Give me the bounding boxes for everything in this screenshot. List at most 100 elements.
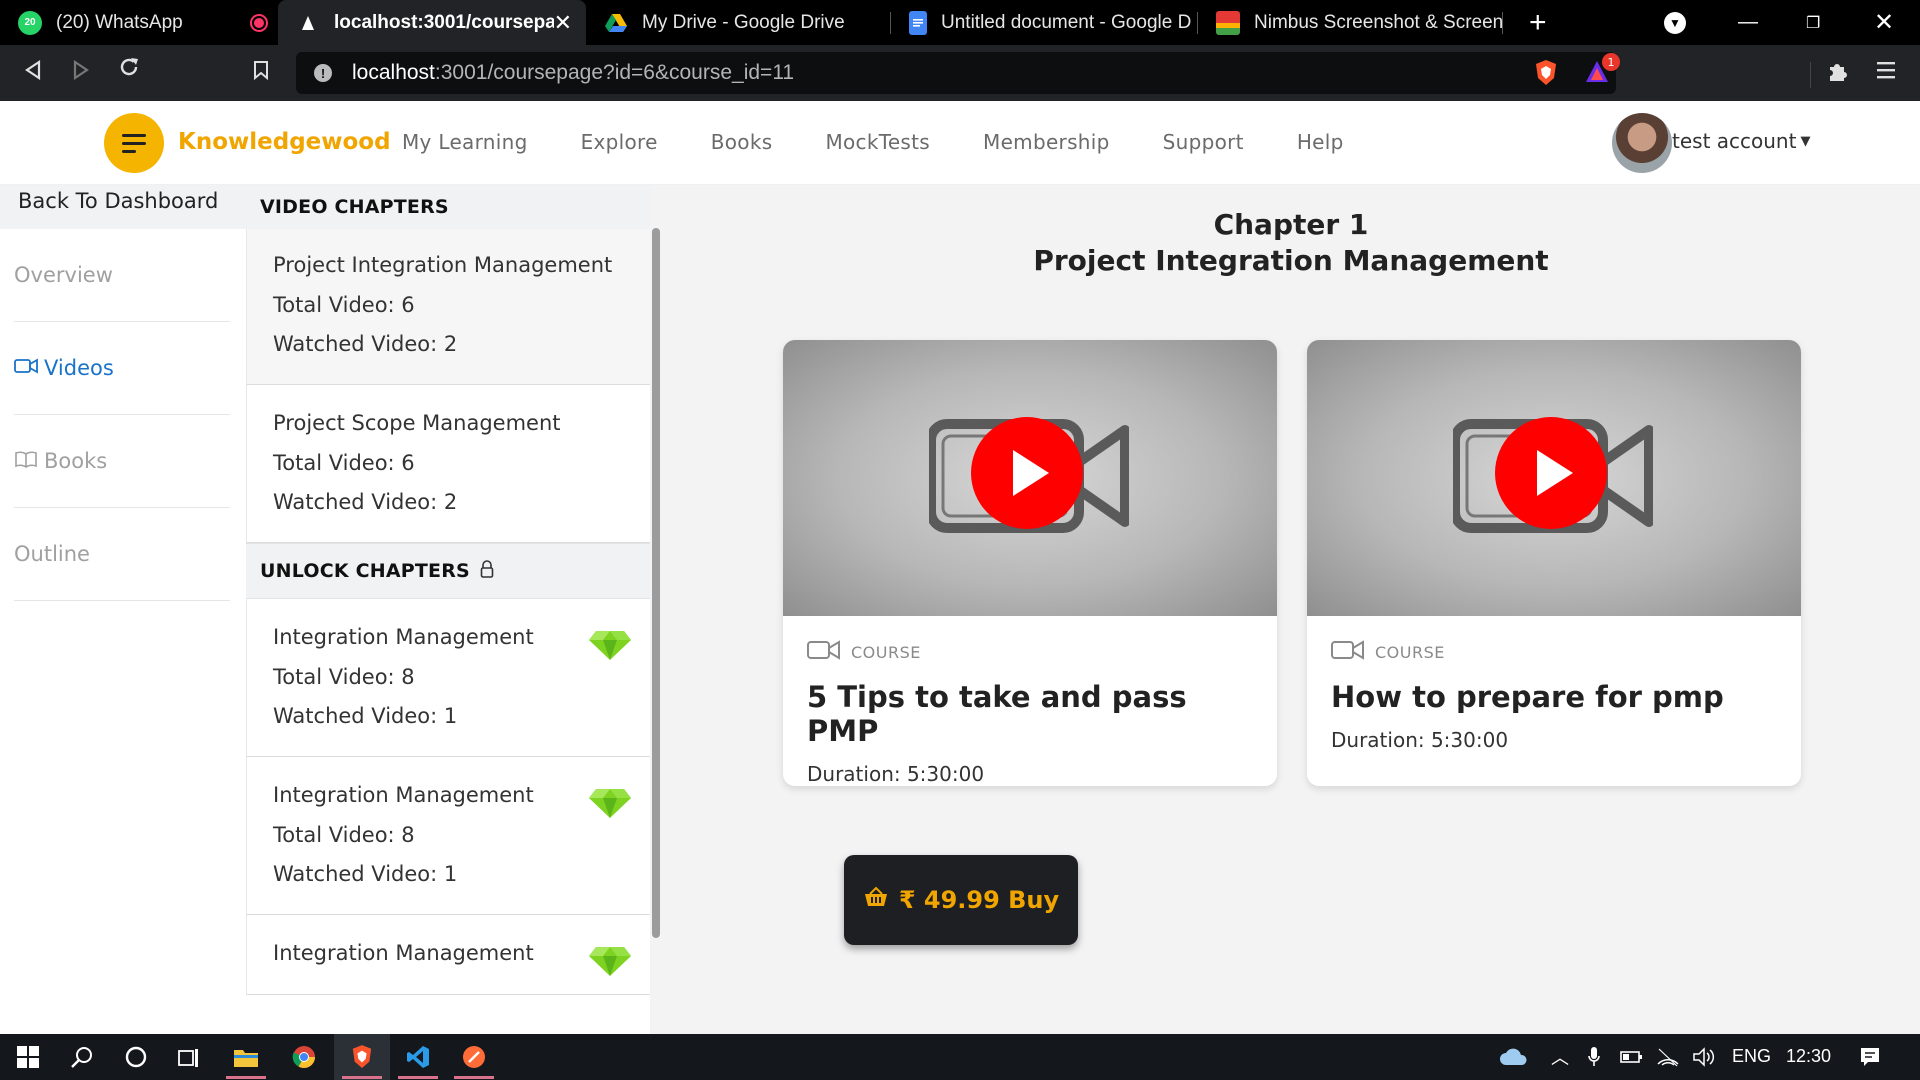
forward-icon[interactable] <box>60 57 102 87</box>
tab-label: Nimbus Screenshot & Screen V <box>1254 11 1502 33</box>
tab-label: My Drive - Google Drive <box>642 11 845 33</box>
video-title[interactable]: How to prepare for pmp <box>1331 680 1777 714</box>
sidebar-item-outline[interactable]: Outline <box>14 508 230 601</box>
site-info-icon[interactable]: ! <box>314 64 332 82</box>
video-title[interactable]: 5 Tips to take and pass PMP <box>807 680 1253 748</box>
back-icon[interactable] <box>12 57 54 87</box>
video-camera-icon <box>807 640 841 664</box>
video-card[interactable]: COURSE 5 Tips to take and pass PMP Durat… <box>783 340 1277 786</box>
main-nav: My Learning Explore Books MockTests Memb… <box>402 130 1397 154</box>
nav-mocktests[interactable]: MockTests <box>825 130 930 154</box>
url-bar[interactable]: ! localhost:3001/coursepage?id=6&course_… <box>296 52 1811 94</box>
sidebar-item-label: Outline <box>14 542 90 566</box>
chapter-watched: Watched Video: 1 <box>273 862 458 886</box>
close-tab-icon[interactable]: ✕ <box>554 10 572 36</box>
buy-button[interactable]: ₹ 49.99 Buy <box>844 855 1078 945</box>
chapter-total: Total Video: 6 <box>273 451 415 475</box>
play-icon[interactable] <box>1453 416 1653 536</box>
tab-whatsapp[interactable]: 20 (20) WhatsApp <box>0 0 278 45</box>
task-view-icon[interactable] <box>160 1034 216 1080</box>
tab-google-drive[interactable]: My Drive - Google Drive <box>586 0 890 45</box>
tab-label: localhost:3001/coursepage? <box>334 11 554 33</box>
search-icon[interactable] <box>54 1034 110 1080</box>
url-path: :3001/coursepage?id=6&course_id=11 <box>434 61 795 84</box>
brave-browser-icon[interactable] <box>334 1034 390 1080</box>
menu-icon[interactable] <box>1876 59 1896 85</box>
video-thumbnail[interactable] <box>1307 340 1801 616</box>
volume-icon[interactable] <box>1676 1034 1732 1080</box>
chapters-scrollbar[interactable] <box>652 228 660 938</box>
bookmark-icon[interactable] <box>240 57 282 87</box>
chapter-card[interactable]: Project Scope Management Total Video: 6 … <box>246 385 654 543</box>
postman-icon[interactable] <box>446 1034 502 1080</box>
locked-chapter-card[interactable]: Integration Management Total Video: 8 Wa… <box>246 599 654 757</box>
main-content: Chapter 1 Project Integration Management… <box>662 185 1920 1034</box>
minimize-icon[interactable]: — <box>1738 0 1758 45</box>
video-chapters-heading: VIDEO CHAPTERS <box>246 185 654 229</box>
nimbus-icon <box>1216 10 1240 35</box>
chapter-title: Integration Management <box>273 625 534 649</box>
buy-label: ₹ 49.99 Buy <box>898 886 1060 914</box>
tab-nimbus[interactable]: Nimbus Screenshot & Screen V <box>1198 0 1502 45</box>
chrome-icon[interactable] <box>276 1034 332 1080</box>
back-to-dashboard-link[interactable]: Back To Dashboard <box>0 185 246 229</box>
nav-explore[interactable]: Explore <box>581 130 658 154</box>
tab-label: (20) WhatsApp <box>56 11 183 33</box>
chapter-title: Project Scope Management <box>273 411 561 435</box>
chapter-watched: Watched Video: 2 <box>273 332 458 356</box>
new-tab-button[interactable]: + <box>1529 6 1547 40</box>
unlock-heading-label: UNLOCK CHAPTERS <box>260 560 470 582</box>
nav-support[interactable]: Support <box>1163 130 1244 154</box>
nav-help[interactable]: Help <box>1297 130 1344 154</box>
brave-shields-icon[interactable] <box>1534 59 1558 91</box>
play-icon[interactable] <box>929 416 1129 536</box>
account-menu[interactable]: test account ▼ <box>1672 129 1810 153</box>
windows-start-icon[interactable] <box>0 1034 56 1080</box>
nav-my-learning[interactable]: My Learning <box>402 130 528 154</box>
video-type-label: COURSE <box>851 642 921 662</box>
video-thumbnail[interactable] <box>783 340 1277 616</box>
brave-page-icon <box>296 11 320 35</box>
reload-icon[interactable] <box>108 55 150 85</box>
notifications-icon[interactable] <box>1842 1034 1898 1080</box>
avatar[interactable] <box>1612 113 1672 173</box>
nav-books[interactable]: Books <box>711 130 773 154</box>
video-duration: Duration: 5:30:00 <box>807 762 985 786</box>
brand-logo[interactable]: Knowledgewood <box>178 129 391 155</box>
chapter-total: Total Video: 8 <box>273 823 415 847</box>
cortana-icon[interactable] <box>108 1034 164 1080</box>
nav-membership[interactable]: Membership <box>983 130 1110 154</box>
course-menu: Overview Videos Books Outline <box>14 229 230 601</box>
google-docs-icon <box>909 10 927 35</box>
sidebar-item-overview[interactable]: Overview <box>14 229 230 322</box>
tab-coursepage[interactable]: localhost:3001/coursepage? ✕ <box>278 0 586 45</box>
caret-down-icon: ▼ <box>1800 134 1811 149</box>
extensions-icon[interactable] <box>1826 59 1850 87</box>
locked-chapter-card[interactable]: Integration Management Total Video: 8 Wa… <box>246 757 654 915</box>
diamond-premium-icon <box>589 947 631 976</box>
url-host: localhost <box>352 61 435 84</box>
vscode-icon[interactable] <box>390 1034 446 1080</box>
sidebar-item-videos[interactable]: Videos <box>14 322 230 415</box>
clock[interactable]: 12:30 <box>1786 1046 1831 1067</box>
chapters-panel: VIDEO CHAPTERS Project Integration Manag… <box>246 185 654 1034</box>
locked-chapter-card[interactable]: Integration Management <box>246 915 654 995</box>
google-drive-icon <box>604 11 628 35</box>
tab-search-icon[interactable]: ▼ <box>1664 0 1686 45</box>
sidebar-item-books[interactable]: Books <box>14 415 230 508</box>
chapter-total: Total Video: 6 <box>273 293 415 317</box>
unlock-chapters-heading: UNLOCK CHAPTERS <box>246 543 654 599</box>
file-explorer-icon[interactable] <box>218 1034 274 1080</box>
chapter-title: Project Integration Management <box>273 253 613 277</box>
language-indicator[interactable]: ENG <box>1732 1046 1771 1067</box>
video-card[interactable]: COURSE How to prepare for pmp Duration: … <box>1307 340 1801 786</box>
chapter-watched: Watched Video: 2 <box>273 490 458 514</box>
video-type: COURSE <box>1331 640 1777 664</box>
close-window-icon[interactable]: ✕ <box>1874 0 1894 45</box>
video-duration: Duration: 5:30:00 <box>1331 728 1509 752</box>
tab-google-docs[interactable]: Untitled document - Google Do <box>891 0 1197 45</box>
chapter-card[interactable]: Project Integration Management Total Vid… <box>246 229 654 385</box>
hamburger-menu-button[interactable] <box>104 113 164 173</box>
menu-line <box>122 141 146 145</box>
restore-icon[interactable]: ❐ <box>1806 0 1820 45</box>
